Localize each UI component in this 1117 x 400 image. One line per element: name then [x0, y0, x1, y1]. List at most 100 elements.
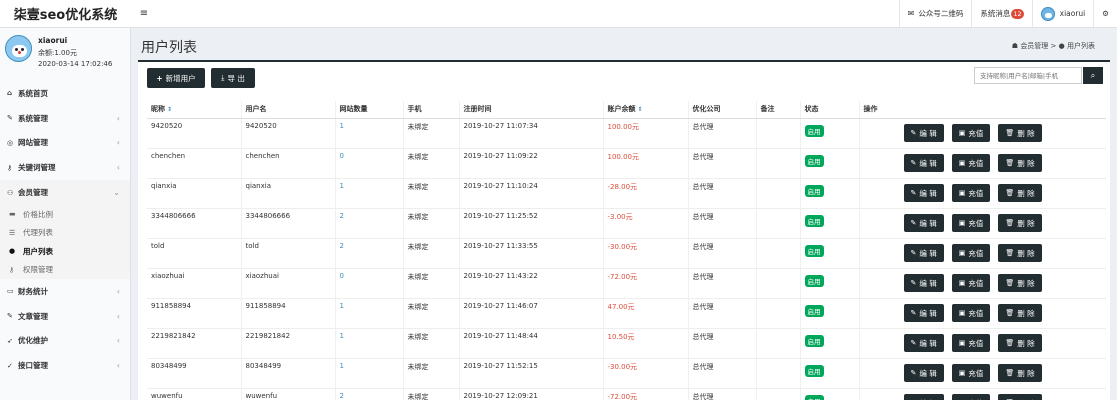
recharge-button[interactable]: ▣ 充值 — [951, 394, 991, 400]
edit-button[interactable]: ✎ 编 辑 — [903, 244, 944, 262]
search-input[interactable] — [974, 67, 1082, 84]
sidebar-item-articles[interactable]: ✎ 文章管理 ‹ — [0, 304, 130, 329]
delete-label: 删 除 — [1017, 308, 1035, 318]
export-button[interactable]: ⤓ 导 出 — [211, 68, 255, 88]
cell-site-count[interactable]: 2 — [334, 207, 403, 238]
status-badge[interactable]: 启用 — [804, 334, 824, 347]
sidebar-item-sites[interactable]: ◎ 网站管理 ‹ — [0, 131, 130, 156]
sidebar-item-members[interactable]: ⚇ 会员管理 ⌄ — [0, 180, 130, 205]
status-badge[interactable]: 启用 — [804, 214, 824, 227]
status-badge[interactable]: 启用 — [804, 364, 824, 377]
edit-button[interactable]: ✎ 编 辑 — [903, 304, 944, 322]
delete-button[interactable]: 🗑 删 除 — [998, 124, 1042, 142]
delete-button[interactable]: 🗑 删 除 — [998, 244, 1042, 262]
menu-icon[interactable]: ≡ — [131, 8, 157, 19]
edit-button[interactable]: ✎ 编 辑 — [903, 364, 944, 382]
recharge-button[interactable]: ▣ 充值 — [951, 214, 991, 232]
table-row: 3344806666 3344806666 2 未绑定 2019-10-27 1… — [147, 207, 1106, 238]
recharge-button[interactable]: ▣ 充值 — [951, 274, 991, 292]
settings-toggle[interactable]: ⚙ — [1093, 0, 1117, 27]
status-badge[interactable]: 启用 — [804, 154, 824, 167]
cell-site-count[interactable]: 1 — [334, 297, 403, 328]
edit-button[interactable]: ✎ 编 辑 — [903, 214, 944, 232]
sidebar-item-optimize[interactable]: ➶ 优化维护 ‹ — [0, 329, 130, 354]
money-icon: ▣ — [958, 339, 966, 347]
delete-button[interactable]: 🗑 删 除 — [998, 334, 1042, 352]
sidebar-item-system[interactable]: ✎ 系统管理 ‹ — [0, 106, 130, 131]
recharge-button[interactable]: ▣ 充值 — [951, 244, 991, 262]
status-badge[interactable]: 启用 — [804, 394, 824, 400]
chevron-left-icon: ‹ — [116, 361, 120, 371]
globe-icon: ◎ — [7, 138, 14, 147]
status-badge[interactable]: 启用 — [804, 274, 824, 287]
recharge-button[interactable]: ▣ 充值 — [951, 154, 991, 172]
cell-site-count[interactable]: 1 — [334, 357, 403, 388]
cell-phone: 未绑定 — [402, 147, 459, 178]
column-header-nickname[interactable]: 昵称 ⇕ — [147, 101, 241, 119]
recharge-button[interactable]: ▣ 充值 — [951, 124, 991, 142]
status-badge[interactable]: 启用 — [804, 244, 824, 257]
breadcrumb-separator: > — [1050, 42, 1057, 50]
delete-button[interactable]: 🗑 删 除 — [998, 304, 1042, 322]
sidebar-subitem-users[interactable]: ● 用户列表 — [0, 242, 130, 261]
edit-button[interactable]: ✎ 编 辑 — [903, 124, 944, 142]
app-logo[interactable]: 柒壹seo优化系统 — [0, 0, 131, 28]
cell-phone: 未绑定 — [402, 357, 459, 388]
status-badge[interactable]: 启用 — [804, 304, 824, 317]
delete-button[interactable]: 🗑 删 除 — [998, 274, 1042, 292]
sidebar-item-keywords[interactable]: ⚷ 关键词管理 ‹ — [0, 155, 130, 180]
delete-button[interactable]: 🗑 删 除 — [998, 154, 1042, 172]
key-icon: ⚷ — [7, 163, 13, 172]
sidebar-item-api[interactable]: ✓ 接口管理 ‹ — [0, 353, 130, 378]
column-header-balance[interactable]: 账户余额 ⇕ — [602, 101, 688, 119]
status-badge[interactable]: 启用 — [804, 124, 824, 137]
delete-button[interactable]: 🗑 删 除 — [998, 184, 1042, 202]
cell-site-count[interactable]: 2 — [334, 387, 403, 400]
edit-button[interactable]: ✎ 编 辑 — [903, 154, 944, 172]
delete-button[interactable]: 🗑 删 除 — [998, 214, 1042, 232]
money-icon: ▭ — [7, 287, 14, 296]
cell-site-count[interactable]: 2 — [334, 237, 403, 268]
trash-icon: 🗑 — [1005, 129, 1015, 137]
status-badge[interactable]: 启用 — [804, 184, 824, 197]
cell-site-count[interactable]: 1 — [334, 327, 403, 358]
breadcrumb-root[interactable]: 会员管理 — [1020, 42, 1048, 50]
sidebar-item-label: 系统首页 — [18, 88, 48, 98]
recharge-button[interactable]: ▣ 充值 — [951, 304, 991, 322]
edit-label: 编 辑 — [919, 368, 937, 378]
column-header-username: 用户名 — [240, 101, 335, 119]
cell-balance: 10.50元 — [602, 327, 688, 358]
search-button[interactable]: ⌕ — [1083, 67, 1103, 84]
recharge-label: 充值 — [968, 218, 984, 228]
recharge-button[interactable]: ▣ 充值 — [951, 334, 991, 352]
sidebar-subitem-permissions[interactable]: ⚷ 权限管理 — [0, 260, 130, 279]
sidebar-subitem-agents[interactable]: ☰ 代理列表 — [0, 223, 130, 242]
cell-site-count[interactable]: 0 — [334, 147, 403, 178]
edit-button[interactable]: ✎ 编 辑 — [903, 394, 944, 400]
edit-button[interactable]: ✎ 编 辑 — [903, 184, 944, 202]
user-menu[interactable]: xiaorui — [1031, 0, 1094, 27]
recharge-button[interactable]: ▣ 充值 — [951, 364, 991, 382]
cell-nickname: xiaozhuai — [147, 267, 241, 298]
cell-site-count[interactable]: 0 — [334, 267, 403, 298]
delete-button[interactable]: 🗑 删 除 — [998, 364, 1042, 382]
cell-phone: 未绑定 — [402, 117, 459, 148]
wechat-qrcode-link[interactable]: ✉ 公众号二维码 — [898, 0, 972, 27]
cell-site-count[interactable]: 1 — [334, 177, 403, 208]
edit-button[interactable]: ✎ 编 辑 — [903, 274, 944, 292]
table-header-row: 昵称 ⇕ 用户名 网站数量 手机 注册时间 账户余额 ⇕ 优化公司 备注 状态 操作 — [147, 101, 1106, 119]
cell-site-count[interactable]: 1 — [334, 117, 403, 148]
add-user-button[interactable]: + 新增用户 — [147, 68, 205, 88]
sidebar-subitem-price-ratio[interactable]: ▬ 价格比例 — [0, 205, 130, 224]
sidebar-subitem-label: 代理列表 — [23, 228, 53, 238]
recharge-button[interactable]: ▣ 充值 — [951, 184, 991, 202]
cell-nickname: 80348499 — [147, 357, 241, 388]
members-submenu: ▬ 价格比例 ☰ 代理列表 ● 用户列表 ⚷ 权限管理 — [0, 204, 130, 279]
edit-button[interactable]: ✎ 编 辑 — [903, 334, 944, 352]
sidebar-item-finance[interactable]: ▭ 财务统计 ‹ — [0, 279, 130, 304]
recharge-label: 充值 — [968, 188, 984, 198]
sidebar-item-home[interactable]: ⌂ 系统首页 — [0, 81, 130, 106]
system-notice-link[interactable]: 系统消息 12 — [971, 0, 1031, 27]
delete-button[interactable]: 🗑 删 除 — [998, 394, 1042, 400]
cell-register-time: 2019-10-27 11:46:07 — [458, 297, 603, 328]
